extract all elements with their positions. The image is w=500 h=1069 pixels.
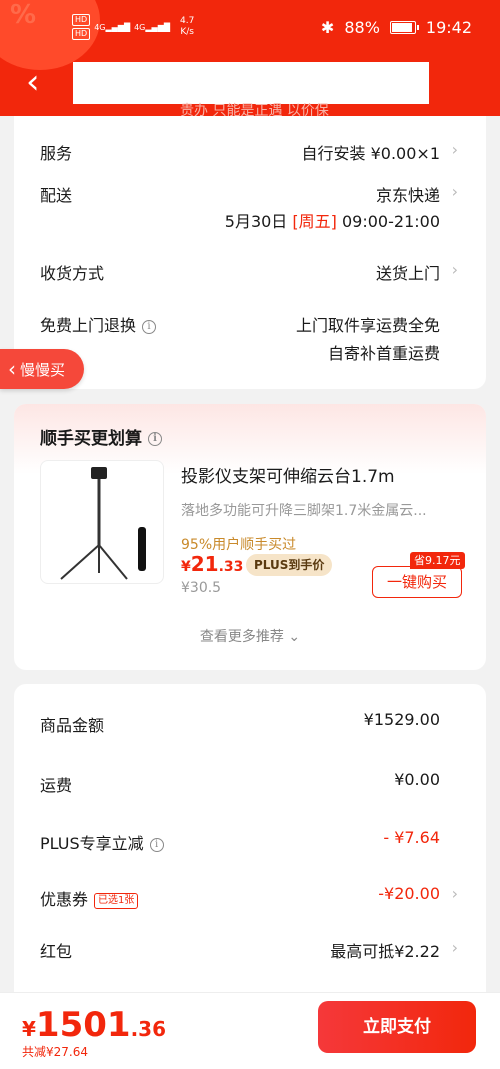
delivery-services-card: 服务 自行安装 ¥0.00×1 › 配送 京东快递 › 5月30日 [周五] 0… (14, 116, 486, 389)
section-title: 顺手买更划算 i (40, 424, 162, 449)
info-icon[interactable]: i (142, 319, 157, 334)
slow-buy-label: 慢慢买 (20, 360, 66, 379)
price-summary-card: 商品金额 ¥1529.00 运费 ¥0.00 PLUS专享立减 i - ¥7.64… (14, 684, 486, 994)
scrolled-hint-text: 贵办 只能是正遇 以价保 (180, 103, 329, 116)
slow-buy-tab[interactable]: ‹ 慢慢买 (0, 349, 84, 389)
chevron-right-icon: › (451, 938, 458, 957)
signal-icon: 4G▂▄▆█ (134, 22, 170, 32)
clock: 19:42 (425, 18, 472, 37)
app-header: % HD HD 4G▂▄▆█ 4G▂▄▆█ 4.7 K/s ✱ 88% 19:42… (0, 0, 500, 116)
row-value: 上门取件享运费全免 (295, 316, 440, 335)
chevron-right-icon: › (451, 182, 458, 201)
hd-icon: HD (72, 28, 91, 40)
info-icon[interactable]: i (149, 837, 164, 852)
product-image[interactable] (40, 460, 164, 584)
recommend-card: 顺手买更划算 i 投影仪支架可伸缩云台1.7m 落地多功能可升降三脚架1.7米金属… (14, 404, 486, 670)
hd-icon: HD (72, 14, 91, 26)
signal-icon: 4G▂▄▆█ (94, 22, 131, 32)
row-value: -¥20.00 (378, 884, 440, 903)
product-name[interactable]: 投影仪支架可伸缩云台1.7m (181, 462, 395, 487)
chevron-right-icon: › (451, 884, 458, 903)
row-label: 收货方式 (40, 264, 105, 283)
chevron-left-icon: ‹ (8, 357, 16, 381)
row-label: 免费上门退换 i (40, 312, 157, 336)
chevron-right-icon: › (451, 140, 458, 159)
status-bar: HD HD 4G▂▄▆█ 4G▂▄▆█ 4.7 K/s ✱ 88% 19:42 (0, 0, 500, 56)
product-subtitle: 落地多功能可升降三脚架1.7米金属云... (181, 503, 427, 519)
original-price: ¥30.5 (181, 580, 222, 596)
battery-icon (389, 21, 419, 34)
buy-rate: 95%用户顺手买过 (181, 537, 297, 553)
row-value: 送货上门 (375, 264, 440, 283)
back-icon[interactable]: ‹ (26, 64, 50, 100)
one-click-buy-button[interactable]: 一键购买 (372, 566, 462, 598)
product-price: ¥21.33 (181, 552, 244, 576)
row-value: 自行安装 ¥0.00×1 (301, 144, 440, 163)
tripod-icon (60, 467, 146, 580)
system-indicators: ✱ 88% 19:42 (321, 18, 472, 37)
pay-now-button[interactable]: 立即支付 (318, 1001, 476, 1053)
row-label: 红包 (40, 942, 73, 961)
battery-percent: 88% (344, 18, 380, 37)
total-price: ¥1501.36 (22, 1005, 166, 1045)
row-value: - ¥7.64 (383, 828, 440, 847)
row-value: 京东快递 (375, 186, 440, 205)
row-value: ¥0.00 (394, 770, 440, 789)
row-label: 商品金额 (40, 716, 105, 735)
total-saved: 共减¥27.64 (22, 1045, 88, 1059)
row-label: 运费 (40, 776, 73, 795)
more-recommend-link[interactable]: 查看更多推荐 ⌄ (14, 626, 486, 646)
network-indicators: HD HD 4G▂▄▆█ 4G▂▄▆█ 4.7 K/s (72, 14, 194, 40)
row-label: PLUS专享立减 i (40, 830, 164, 854)
row-label: 服务 (40, 144, 73, 163)
chevron-right-icon: › (451, 260, 458, 279)
save-badge: 省9.17元 (410, 552, 465, 569)
network-speed: 4.7 K/s (180, 16, 195, 37)
plus-price-badge: PLUS到手价 (246, 554, 333, 576)
delivery-time: 5月30日 [周五] 09:00-21:00 (224, 212, 440, 231)
checkout-bar: ¥1501.36 共减¥27.64 立即支付 (0, 992, 500, 1069)
address-field[interactable] (73, 62, 429, 104)
row-label: 优惠券 已选1张 (40, 886, 139, 910)
bluetooth-icon: ✱ (320, 18, 335, 37)
coupon-count-badge: 已选1张 (94, 892, 139, 909)
row-value: 最高可抵¥2.22 (330, 942, 440, 961)
row-value: 自寄补首重运费 (327, 344, 440, 363)
row-value: ¥1529.00 (363, 710, 440, 729)
row-label: 配送 (40, 186, 73, 205)
info-icon[interactable]: i (148, 432, 162, 446)
